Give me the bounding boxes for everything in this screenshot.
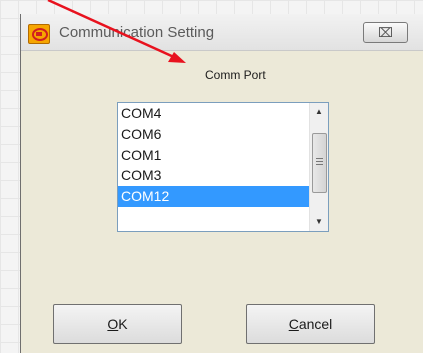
annotation-arrow-head [168,52,186,63]
annotation-arrow-shaft [47,0,177,60]
annotation-arrow [47,0,186,63]
